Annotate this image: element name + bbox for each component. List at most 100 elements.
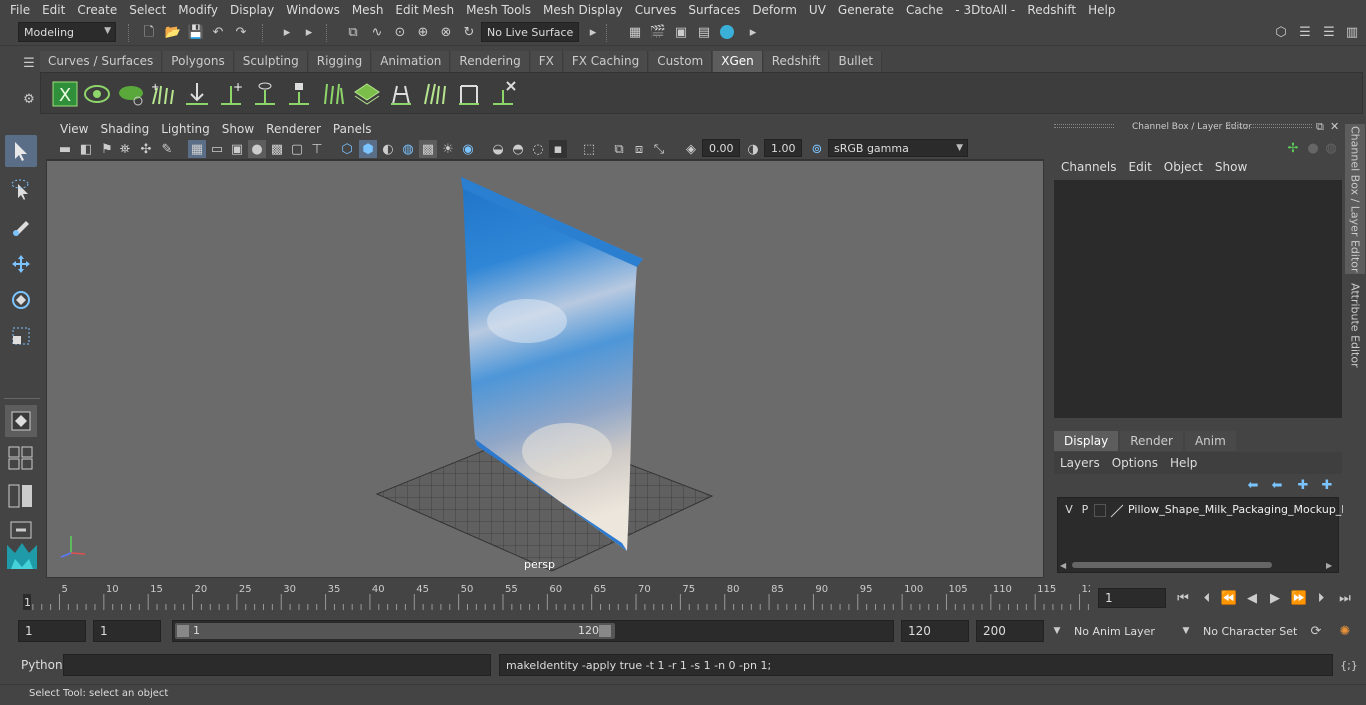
command-input[interactable] [63, 654, 491, 676]
redo-icon[interactable]: ↷ [232, 23, 250, 41]
xgen-delete-guide-icon[interactable] [489, 80, 517, 108]
menu-edit[interactable]: Edit [36, 3, 71, 17]
xgen-leaf-icon[interactable] [117, 80, 145, 108]
layer-row[interactable]: V P Pillow_Shape_Milk_Packaging_Mockup_B [1060, 501, 1349, 521]
snap-view-icon[interactable]: ⊕ [414, 23, 432, 41]
hypershade-icon[interactable] [718, 23, 736, 41]
mode-selector[interactable]: Modeling ▼ [18, 22, 116, 42]
menu-display[interactable]: Display [224, 3, 280, 17]
workspace-icon[interactable]: ⬡ [1272, 23, 1290, 41]
xray-joints-icon[interactable]: ◓ [509, 140, 527, 158]
layer-display-type[interactable] [1094, 504, 1106, 517]
menu-mesh-display[interactable]: Mesh Display [537, 3, 629, 17]
tab-fx[interactable]: FX [530, 51, 563, 72]
new-scene-icon[interactable]: 🗋 [140, 23, 158, 41]
menu-uv[interactable]: UV [803, 3, 832, 17]
layer-editor-menu-layers[interactable]: Layers [1054, 456, 1106, 470]
collapse-arrow-icon[interactable]: ▸ [300, 23, 318, 41]
current-frame-field[interactable]: 1 [1098, 588, 1166, 608]
play-backwards-icon[interactable]: ◀ [1243, 589, 1261, 607]
xgen-lock-guide-icon[interactable] [285, 80, 313, 108]
channel-box-menu-edit[interactable]: Edit [1123, 160, 1158, 178]
drag-handle[interactable] [1226, 124, 1312, 128]
tab-sculpting[interactable]: Sculpting [234, 51, 308, 72]
tab-rendering[interactable]: Rendering [451, 51, 530, 72]
move-tool-icon[interactable] [5, 248, 37, 280]
range-grip-left[interactable] [177, 625, 189, 637]
xgen-cut-icon[interactable] [455, 80, 483, 108]
outliner-layout-icon[interactable] [5, 480, 37, 512]
step-back-key-icon[interactable]: ⏪ [1220, 589, 1238, 607]
xgen-editor-icon[interactable]: X [51, 80, 79, 108]
go-to-start-icon[interactable]: ⏮ [1174, 589, 1192, 607]
anim-layer-selector[interactable]: No Anim Layer [1068, 620, 1178, 642]
play-forwards-icon[interactable]: ▶ [1266, 589, 1284, 607]
collapse-arrow-icon[interactable]: ▸ [584, 23, 602, 41]
isolate-select-icon[interactable]: ⬚ [580, 140, 598, 158]
collapse-arrow-icon[interactable]: ▸ [278, 23, 296, 41]
menu-surfaces[interactable]: Surfaces [682, 3, 746, 17]
safe-action-icon[interactable]: ▢ [288, 140, 306, 158]
menu-create[interactable]: Create [71, 3, 123, 17]
tab-display[interactable]: Display [1054, 431, 1119, 451]
step-forward-key-icon[interactable]: ⏩ [1290, 589, 1308, 607]
playback-start-field[interactable]: 1 [93, 620, 161, 642]
time-slider[interactable]: 5 10 15 20 25 30 35 40 45 50 55 60 65 70 75 80 85 90 95 100… [18, 582, 1094, 612]
close-icon[interactable]: ✕ [1330, 120, 1339, 133]
textured-icon[interactable]: ◍ [399, 140, 417, 158]
step-forward-frame-icon[interactable]: ⏵ [1312, 589, 1330, 607]
menu-generate[interactable]: Generate [832, 3, 900, 17]
menu-3dtoall[interactable]: - 3DtoAll - [949, 3, 1021, 17]
gear-icon[interactable]: ⚙ [20, 90, 38, 108]
xgen-patch-icon[interactable] [353, 80, 381, 108]
two-d-pan-icon[interactable]: ✣ [137, 140, 155, 158]
scale-tool-icon[interactable] [5, 320, 37, 352]
tab-polygons[interactable]: Polygons [163, 51, 234, 72]
menu-mesh[interactable]: Mesh [346, 3, 390, 17]
tab-animation[interactable]: Animation [372, 51, 451, 72]
xgen-preview-icon[interactable] [83, 80, 111, 108]
viewport-menu-shading[interactable]: Shading [94, 122, 155, 136]
xgen-place-icon[interactable] [183, 80, 211, 108]
manipulator-icon[interactable]: ✢ [1284, 139, 1302, 157]
ipr-render-icon[interactable]: ▣ [672, 23, 690, 41]
xgen-bend-icon[interactable] [387, 80, 415, 108]
film-gate-icon[interactable]: ▭ [208, 140, 226, 158]
wireframe-icon[interactable]: ⬡ [338, 140, 356, 158]
channel-box-toggle-icon[interactable]: ▥ [1343, 23, 1361, 41]
single-view-layout-icon[interactable] [5, 405, 37, 437]
menu-edit-mesh[interactable]: Edit Mesh [389, 3, 460, 17]
menu-help[interactable]: Help [1082, 3, 1121, 17]
tab-rigging[interactable]: Rigging [308, 51, 372, 72]
chevron-down-icon[interactable]: ▼ [1177, 622, 1195, 640]
tab-render[interactable]: Render [1120, 431, 1183, 451]
render-settings-icon[interactable]: ▦ [626, 23, 644, 41]
safe-title-icon[interactable]: ⊤ [308, 140, 326, 158]
render-view-icon[interactable]: ▤ [695, 23, 713, 41]
depth-of-field-icon[interactable]: ⤡ [650, 140, 668, 158]
end-time-field[interactable]: 200 [976, 620, 1044, 642]
keyable-icon[interactable]: ● [1304, 139, 1322, 157]
xgen-groom-icon[interactable]: + [149, 80, 177, 108]
viewport-menu-panels[interactable]: Panels [327, 122, 378, 136]
grease-pencil-icon[interactable]: ✎ [158, 140, 176, 158]
snap-live-icon[interactable]: ↻ [460, 23, 478, 41]
menu-windows[interactable]: Windows [280, 3, 346, 17]
xgen-add-guide-icon[interactable]: + [217, 80, 245, 108]
image-plane-icon[interactable]: ⛯ [116, 140, 134, 158]
tab-curves-surfaces[interactable]: Curves / Surfaces [40, 51, 163, 72]
menu-cache[interactable]: Cache [900, 3, 949, 17]
range-grip-right[interactable] [599, 625, 611, 637]
paint-select-tool-icon[interactable] [5, 210, 37, 242]
camera-attributes-icon[interactable]: ◧ [77, 140, 95, 158]
scroll-left-icon[interactable]: ◀ [1060, 561, 1066, 570]
live-surface-field[interactable]: No Live Surface [481, 22, 579, 42]
settings-icon[interactable]: ◍ [1322, 139, 1340, 157]
viewport-menu-view[interactable]: View [54, 122, 94, 136]
new-layer-icon[interactable]: ✚ [1294, 476, 1312, 494]
menu-file[interactable]: File [4, 3, 36, 17]
exposure-field[interactable]: 0.00 [702, 139, 740, 157]
layer-editor-menu-help[interactable]: Help [1164, 456, 1203, 470]
drag-handle[interactable] [1054, 124, 1114, 128]
ao-icon[interactable]: ▪ [549, 140, 567, 158]
